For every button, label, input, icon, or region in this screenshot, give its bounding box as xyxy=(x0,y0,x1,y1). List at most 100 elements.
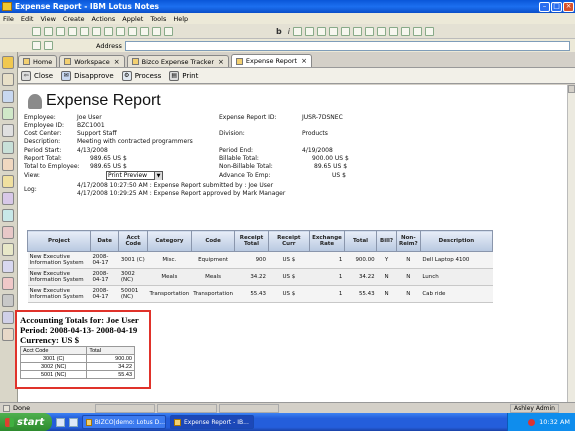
archive-bookmark-icon[interactable] xyxy=(2,260,14,273)
disapprove-button[interactable]: ✉ Disapprove xyxy=(61,70,114,81)
nav-back-icon[interactable] xyxy=(32,41,41,50)
quicklaunch-browser-icon[interactable] xyxy=(69,417,78,427)
copy-icon[interactable] xyxy=(116,26,125,36)
tab-home[interactable]: Home xyxy=(18,55,58,67)
numbered-list-icon[interactable] xyxy=(328,26,338,36)
menu-tools[interactable]: Tools xyxy=(150,15,166,23)
databases-bookmark-icon[interactable] xyxy=(2,141,14,154)
paste-icon[interactable] xyxy=(128,26,137,36)
print-button[interactable]: ▤ Print xyxy=(169,70,198,81)
tab-bizco-expense-tracker[interactable]: Bizco Expense Tracker × xyxy=(126,55,229,67)
table-row[interactable]: New Executive Information System 2008-04… xyxy=(27,251,493,269)
cell-total: 34.22 xyxy=(344,268,377,286)
menu-file[interactable]: File xyxy=(3,15,14,23)
todo-bookmark-icon[interactable] xyxy=(2,107,14,120)
close-window-button[interactable]: × xyxy=(563,1,574,12)
zoom-icon[interactable] xyxy=(424,26,434,36)
taskbar-item-bizco-demo[interactable]: BIZCO|demo: Lotus D... xyxy=(82,415,166,429)
acct-col-code: Acct Code xyxy=(19,346,88,355)
chevron-down-icon[interactable]: ▼ xyxy=(154,171,162,180)
italic-button[interactable]: i xyxy=(288,27,290,36)
calendar-bookmark-icon[interactable] xyxy=(2,73,14,86)
acct-cell-total: 34.22 xyxy=(86,362,135,371)
help-bookmark-icon[interactable] xyxy=(2,243,14,256)
close-tab-icon[interactable]: × xyxy=(301,57,307,65)
forward-icon[interactable] xyxy=(44,26,53,36)
cell-project: New Executive Information System xyxy=(27,285,91,303)
vertical-scrollbar[interactable] xyxy=(567,85,575,402)
notes-bookmark-icon[interactable] xyxy=(2,192,14,205)
tab-workspace[interactable]: Workspace × xyxy=(59,55,125,67)
highlight-icon[interactable] xyxy=(304,26,314,36)
cell-receipt-total: 34.22 xyxy=(234,268,269,286)
quicklaunch-desktop-icon[interactable] xyxy=(56,417,65,427)
menu-actions[interactable]: Actions xyxy=(92,15,116,23)
tray-alert-icon[interactable] xyxy=(528,418,536,426)
tools-bookmark-icon[interactable] xyxy=(2,294,14,307)
table-row: 3001 (C) 900.00 xyxy=(19,354,135,363)
attachment-icon[interactable] xyxy=(400,26,410,36)
tab-expense-report[interactable]: Expense Report × xyxy=(230,54,312,67)
contacts-bookmark-icon[interactable] xyxy=(2,90,14,103)
cut-icon[interactable] xyxy=(104,26,113,36)
bullet-list-icon[interactable] xyxy=(316,26,326,36)
print-icon[interactable] xyxy=(92,26,101,36)
scroll-up-icon[interactable] xyxy=(568,85,575,93)
undo-icon[interactable] xyxy=(140,26,149,36)
image-icon[interactable] xyxy=(388,26,398,36)
cell-total: 900.00 xyxy=(344,251,377,269)
close-tab-icon[interactable]: × xyxy=(218,58,224,66)
outdent-icon[interactable] xyxy=(352,26,362,36)
menu-help[interactable]: Help xyxy=(173,15,188,23)
table-row[interactable]: New Executive Information System 2008-04… xyxy=(27,285,493,303)
status-segment[interactable] xyxy=(157,403,217,413)
favorites-bookmark-icon[interactable] xyxy=(2,158,14,171)
cell-project: New Executive Information System xyxy=(27,251,91,269)
table-row[interactable]: New Executive Information System 2008-04… xyxy=(27,268,493,286)
refresh-icon[interactable] xyxy=(68,26,77,36)
link-icon[interactable] xyxy=(376,26,386,36)
nav-forward-icon[interactable] xyxy=(44,41,53,50)
bold-button[interactable]: b xyxy=(276,27,282,36)
sametime-bookmark-icon[interactable] xyxy=(2,311,14,324)
database-icon xyxy=(131,58,139,65)
tab-home-label: Home xyxy=(33,57,53,66)
maximize-button[interactable]: □ xyxy=(551,1,562,12)
more-bookmark-icon[interactable] xyxy=(2,328,14,341)
cell-non-reim: N xyxy=(396,285,421,303)
menu-create[interactable]: Create xyxy=(63,15,85,23)
table-icon[interactable] xyxy=(364,26,374,36)
save-icon[interactable] xyxy=(80,26,89,36)
view-label: View: xyxy=(24,172,40,179)
back-icon[interactable] xyxy=(32,26,41,36)
app-bookmark-icon[interactable] xyxy=(2,209,14,222)
folder-bookmark-icon[interactable] xyxy=(2,175,14,188)
minimize-button[interactable]: – xyxy=(539,1,550,12)
process-button[interactable]: ⚙ Process xyxy=(121,70,161,81)
web-bookmark-icon[interactable] xyxy=(2,226,14,239)
taskbar-item-expense-report[interactable]: Expense Report - IB... xyxy=(170,415,254,429)
menu-view[interactable]: View xyxy=(40,15,55,23)
underline-icon[interactable] xyxy=(292,26,302,36)
properties-icon[interactable] xyxy=(164,26,173,36)
status-segment[interactable] xyxy=(219,403,279,413)
indent-icon[interactable] xyxy=(340,26,350,36)
search-icon[interactable] xyxy=(152,26,161,36)
menu-edit[interactable]: Edit xyxy=(21,15,34,23)
tab-bizco-label: Bizco Expense Tracker xyxy=(141,57,215,66)
view-select[interactable]: Print Preview ▼ xyxy=(106,171,163,180)
mail-bookmark-icon[interactable] xyxy=(2,56,14,69)
location-user[interactable]: Ashley Admin xyxy=(510,403,559,413)
status-segment[interactable] xyxy=(95,403,155,413)
close-tab-icon[interactable]: × xyxy=(114,58,120,66)
cell-bill: N xyxy=(376,285,397,303)
stop-icon[interactable] xyxy=(56,26,65,36)
spellcheck-icon[interactable] xyxy=(412,26,422,36)
address-input[interactable] xyxy=(124,40,570,51)
replicator-bookmark-icon[interactable] xyxy=(2,124,14,137)
start-button[interactable]: start xyxy=(0,413,52,431)
col-category: Category xyxy=(147,230,192,252)
menu-applet[interactable]: Applet xyxy=(122,15,143,23)
alarm-bookmark-icon[interactable] xyxy=(2,277,14,290)
close-button[interactable]: ⇦ Close xyxy=(21,70,53,81)
